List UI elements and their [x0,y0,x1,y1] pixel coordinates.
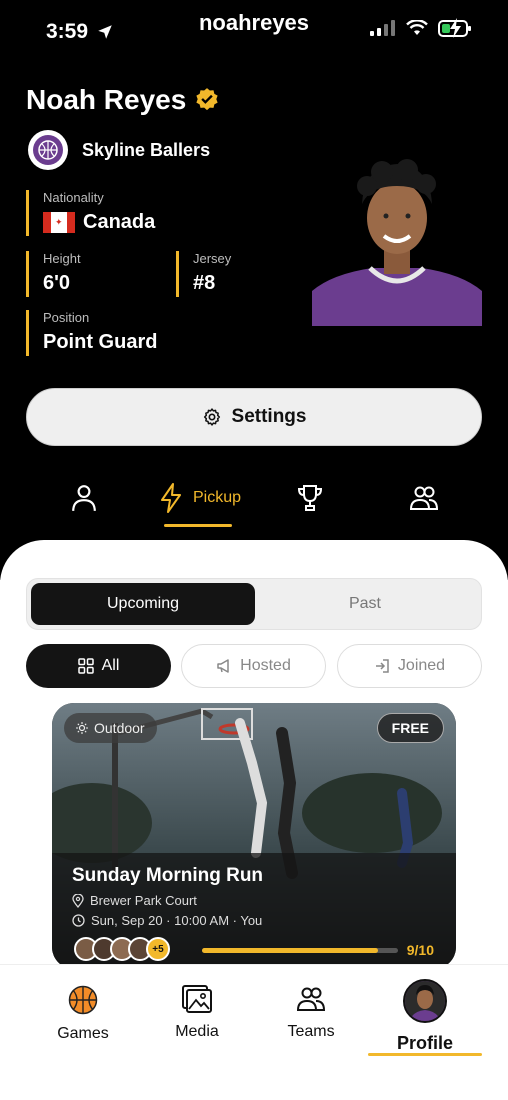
trophy-icon [297,485,323,511]
tab-pickup-label: Pickup [192,489,242,506]
jersey-value: #8 [193,272,216,294]
tab-about[interactable] [58,478,110,518]
stat-jersey: Jersey #8 [176,251,231,297]
nav-games[interactable]: Games [26,985,140,1043]
group-icon [296,987,326,1011]
game-location-text: Brewer Park Court [90,893,197,908]
stat-nationality: Nationality ✦ Canada [26,190,155,236]
nav-profile[interactable]: Profile [368,979,482,1054]
photo-gallery-icon [182,985,212,1013]
nav-teams[interactable]: Teams [254,985,368,1041]
player-portrait [312,156,482,326]
player-name: Noah Reyes [26,84,187,115]
stat-position: Position Point Guard [26,310,157,356]
game-time-text: Sun, Sep 20 · 10:00 AM · You [91,913,263,928]
location-pin-icon [72,893,84,908]
position-label: Position [43,310,90,325]
clock-icon [72,914,85,927]
person-icon [72,485,96,511]
height-label: Height [43,251,81,266]
height-value: 6'0 [43,272,71,294]
tab-trophies[interactable] [284,478,336,518]
bottom-nav: Games Media Teams Profile [0,964,508,1100]
tab-active-indicator [164,524,232,527]
basketball-team-icon [33,135,63,165]
nav-media[interactable]: Media [140,985,254,1041]
capacity-bar-fill [202,948,379,953]
nationality-value: ✦ Canada [43,211,155,234]
signal-icon [370,20,395,36]
filter-hosted[interactable]: Hosted [181,644,326,688]
lightning-icon [160,483,181,513]
profile-avatar [403,979,447,1023]
tab-teams[interactable] [398,478,450,518]
game-card[interactable]: Outdoor FREE Sunday Morning Run Brewer P… [52,703,456,969]
outdoor-tag-label: Outdoor [94,720,145,736]
nav-active-indicator [368,1053,482,1056]
segment-past[interactable]: Past [253,583,477,625]
segment-control: Upcoming Past [26,578,482,630]
nav-teams-label: Teams [287,1023,335,1040]
team-name: Skyline Ballers [82,139,211,160]
capacity-bar [202,948,398,953]
outdoor-tag: Outdoor [64,713,157,743]
nav-profile-label: Profile [396,1033,453,1053]
price-badge: FREE [376,713,444,743]
profile-header: 3:59 noahreyes Noah Reyes Skyline Baller… [0,0,508,580]
status-icons [370,18,474,38]
name-row: Noah Reyes [26,84,220,116]
wifi-icon [406,20,428,35]
settings-button[interactable]: Settings [26,388,482,446]
filter-all[interactable]: All [26,644,171,688]
nav-games-label: Games [57,1025,109,1042]
tab-pickup[interactable]: Pickup [150,478,250,518]
filter-hosted-label: Hosted [240,657,291,674]
basketball-icon [68,985,98,1015]
stat-height: Height 6'0 [26,251,81,297]
gear-icon [203,408,220,426]
settings-label: Settings [231,406,307,427]
sun-icon [76,722,88,734]
grid-icon [77,658,94,674]
segment-upcoming[interactable]: Upcoming [31,583,255,625]
battery-charging-icon [438,18,471,38]
filter-joined-label: Joined [397,657,446,674]
nationality-label: Nationality [43,190,104,205]
jersey-label: Jersey [193,251,232,266]
capacity-count: 9/10 [406,942,434,958]
extra-participants-badge: +5 [146,937,170,961]
verified-badge-icon [196,88,218,111]
megaphone-icon [217,659,229,673]
group-icon [409,486,439,510]
game-time: Sun, Sep 20 · 10:00 AM · You [72,913,262,928]
team-row[interactable]: Skyline Ballers [28,130,210,170]
position-value: Point Guard [43,331,158,353]
profile-tabs: Pickup [0,478,508,528]
filter-all-label: All [101,657,120,674]
game-location: Brewer Park Court [72,893,197,908]
filter-joined[interactable]: Joined [337,644,482,688]
team-logo [28,130,68,170]
nationality-text: Canada [83,211,156,233]
sign-in-icon [375,659,389,673]
game-title: Sunday Morning Run [72,865,264,886]
participant-avatars: +5 [74,937,170,961]
nav-media-label: Media [175,1023,219,1040]
canada-flag-icon: ✦ [43,212,75,233]
